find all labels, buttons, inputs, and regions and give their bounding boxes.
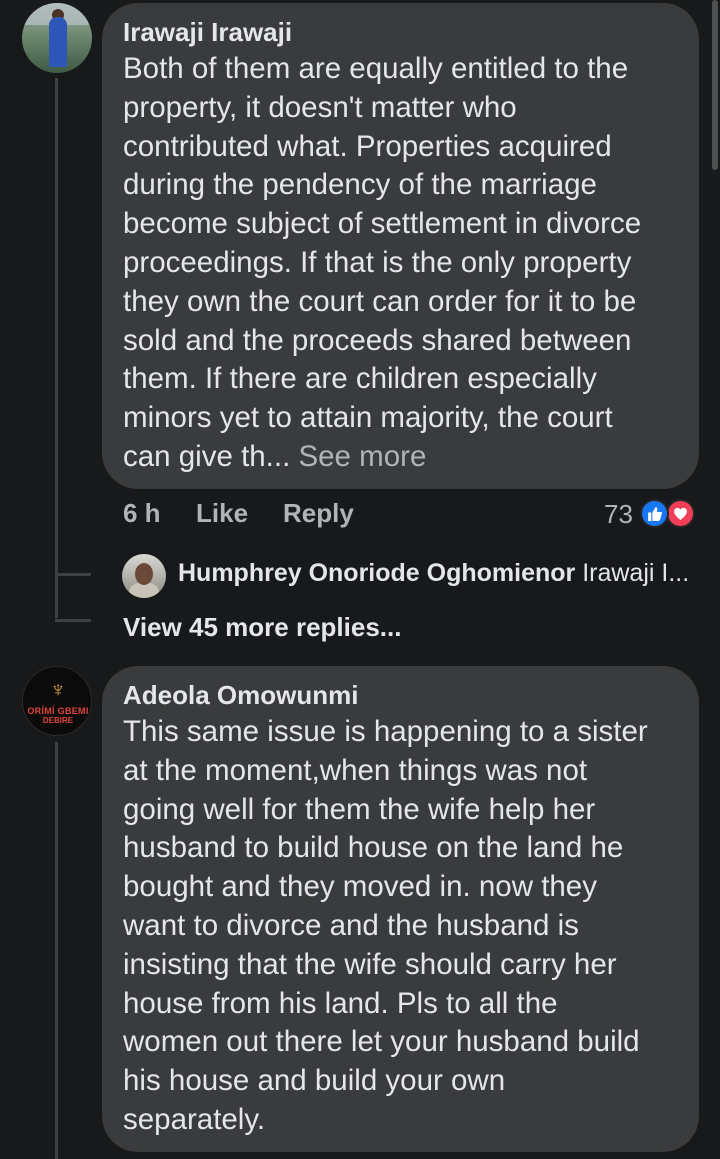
like-button[interactable]: Like	[196, 498, 248, 529]
comment-timestamp[interactable]: 6 h	[123, 498, 161, 529]
comment-text: This same issue is happening to a sister…	[123, 715, 648, 1136]
reply-preview[interactable]: Humphrey Onoriode Oghomienor Irawaji I..…	[178, 559, 689, 588]
reply-author[interactable]: Humphrey Onoriode Oghomienor	[178, 559, 575, 587]
like-icon	[640, 499, 669, 528]
comment-text: Both of them are equally entitled to the…	[123, 52, 642, 473]
avatar[interactable]	[22, 3, 92, 73]
comment-author[interactable]: Irawaji Irawaji	[123, 17, 292, 48]
comment-author[interactable]: Adeola Omowunmi	[123, 680, 358, 711]
love-icon	[666, 499, 695, 528]
view-more-replies-link[interactable]: View 45 more replies...	[123, 612, 401, 643]
thread-line	[55, 78, 58, 618]
avatar[interactable]: ♆ ORÍMÍ GBEMI DEBIRE	[22, 666, 92, 736]
see-more-link[interactable]: See more	[298, 440, 426, 473]
reply-button[interactable]: Reply	[283, 498, 354, 529]
avatar-logo-text: ORÍMÍ GBEMI	[27, 706, 89, 716]
logo-icon: ♆	[49, 677, 67, 702]
reply-avatar[interactable]	[122, 554, 166, 598]
scrollbar[interactable]	[712, 0, 718, 170]
thread-line	[55, 742, 58, 1159]
reply-preview-text: Irawaji I...	[582, 559, 690, 587]
avatar-logo-text: DEBIRE	[42, 716, 74, 725]
thread-branch	[55, 573, 91, 576]
reaction-count[interactable]: 73	[604, 499, 633, 530]
thread-branch	[55, 619, 91, 622]
